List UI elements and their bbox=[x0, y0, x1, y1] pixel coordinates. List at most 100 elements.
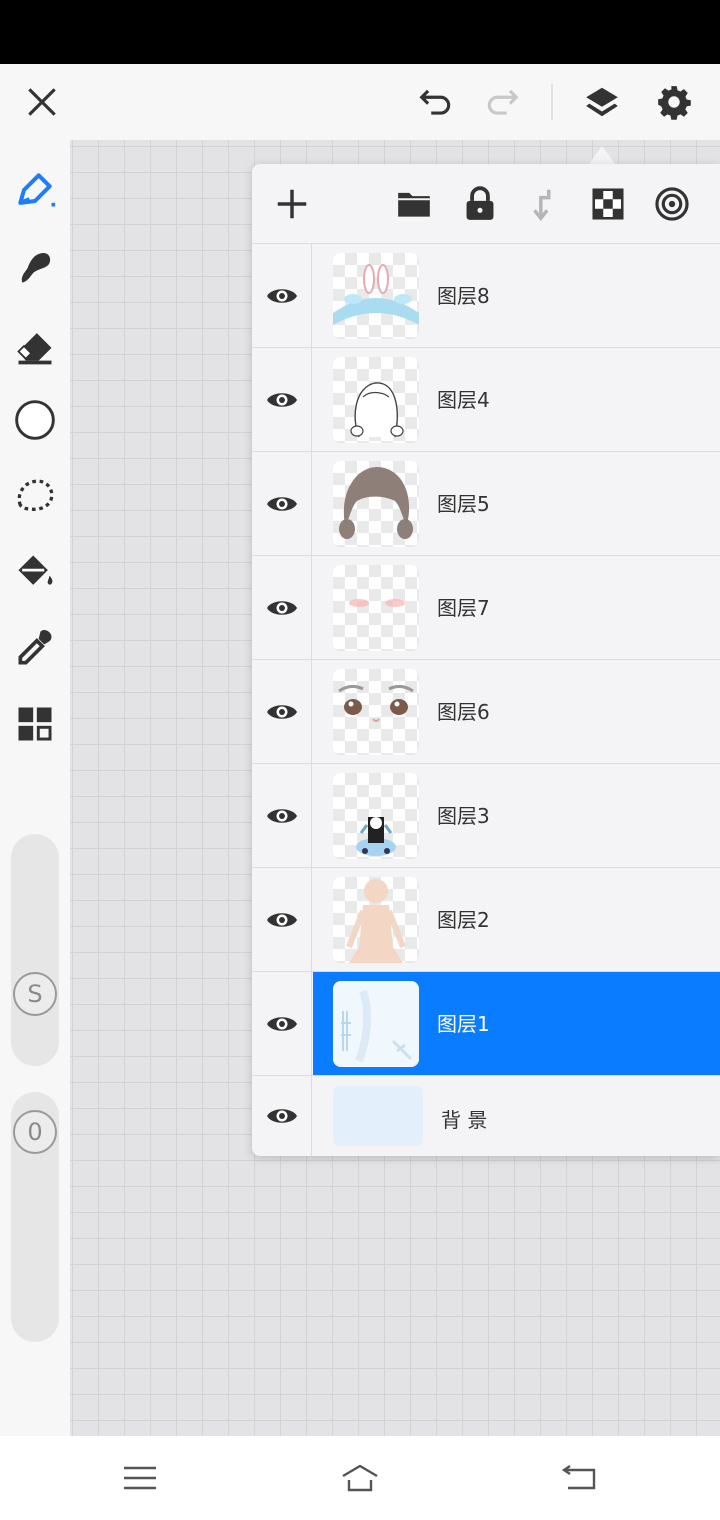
circle-brush-icon bbox=[15, 400, 55, 440]
blend-mode-button[interactable] bbox=[650, 182, 694, 226]
undo-button[interactable] bbox=[408, 74, 464, 130]
brush-size-knob[interactable]: S bbox=[13, 972, 57, 1016]
visibility-toggle[interactable] bbox=[252, 452, 312, 556]
layer-name: 图层5 bbox=[437, 492, 490, 516]
layer-thumbnail bbox=[333, 669, 419, 755]
merge-down-button[interactable] bbox=[522, 182, 566, 226]
close-button[interactable] bbox=[14, 74, 70, 130]
layer-item[interactable]: 图层6 bbox=[313, 660, 720, 763]
visibility-toggle[interactable] bbox=[252, 244, 312, 348]
layer-item[interactable]: 图层1 bbox=[313, 972, 720, 1075]
smudge-icon bbox=[21, 252, 51, 283]
eye-icon bbox=[266, 1017, 297, 1031]
menu-button[interactable] bbox=[112, 1454, 168, 1502]
redo-button[interactable] bbox=[474, 74, 530, 130]
merge-down-icon bbox=[533, 189, 551, 222]
transparency-lock-button[interactable] bbox=[586, 182, 630, 226]
layer-item[interactable]: 图层8 bbox=[313, 244, 720, 347]
brush-size-label: S bbox=[27, 980, 43, 1008]
lock-icon bbox=[466, 186, 494, 220]
layer-row[interactable]: 图层4 bbox=[252, 348, 720, 452]
layer-row[interactable]: 图层8 bbox=[252, 244, 720, 348]
layer-row-selected[interactable]: 图层1 bbox=[252, 972, 720, 1076]
home-button[interactable] bbox=[332, 1454, 388, 1502]
eye-icon bbox=[266, 601, 297, 615]
system-nav-bar bbox=[0, 1436, 720, 1520]
eye-icon bbox=[266, 289, 297, 303]
visibility-toggle[interactable] bbox=[252, 764, 312, 868]
panel-pointer bbox=[589, 146, 615, 164]
layer-item[interactable]: 图层2 bbox=[313, 868, 720, 971]
visibility-toggle[interactable] bbox=[252, 972, 312, 1076]
menu-icon bbox=[124, 1466, 156, 1490]
eraser-icon bbox=[17, 333, 52, 365]
layer-thumbnail bbox=[333, 357, 419, 443]
layer-name: 图层3 bbox=[437, 804, 490, 828]
layout-tool[interactable] bbox=[7, 696, 63, 752]
layer-name: 图层6 bbox=[437, 700, 490, 724]
blend-icon bbox=[655, 187, 689, 221]
home-icon bbox=[342, 1464, 378, 1492]
grid-icon bbox=[18, 707, 52, 741]
visibility-toggle[interactable] bbox=[252, 556, 312, 660]
add-icon bbox=[277, 189, 307, 219]
visibility-toggle[interactable] bbox=[252, 660, 312, 764]
opacity-label: 0 bbox=[27, 1118, 43, 1146]
lasso-icon bbox=[17, 479, 54, 511]
layer-row[interactable]: 图层3 bbox=[252, 764, 720, 868]
layer-thumbnail bbox=[333, 461, 419, 547]
brush-size-slider[interactable] bbox=[11, 834, 59, 1066]
top-bar bbox=[0, 64, 720, 140]
layer-name: 图层1 bbox=[437, 1012, 490, 1036]
eye-icon bbox=[266, 1109, 297, 1123]
layer-row[interactable]: 图层6 bbox=[252, 660, 720, 764]
back-button[interactable] bbox=[552, 1454, 608, 1502]
smudge-tool[interactable] bbox=[7, 240, 63, 296]
eye-icon bbox=[266, 393, 297, 407]
visibility-toggle[interactable] bbox=[252, 348, 312, 452]
eyedropper-tool[interactable] bbox=[7, 620, 63, 676]
status-bar bbox=[0, 0, 720, 64]
layer-item[interactable]: 图层3 bbox=[313, 764, 720, 867]
eye-icon bbox=[266, 809, 297, 823]
brush-tool[interactable] bbox=[7, 162, 63, 218]
layer-item[interactable]: 图层5 bbox=[313, 452, 720, 555]
layer-folder-button[interactable] bbox=[392, 182, 436, 226]
layers-toolbar bbox=[252, 164, 720, 244]
toolbar-divider bbox=[551, 84, 553, 120]
layer-item[interactable]: 图层7 bbox=[313, 556, 720, 659]
layer-thumbnail bbox=[333, 981, 419, 1067]
background-color-swatch bbox=[333, 1086, 423, 1146]
eye-icon bbox=[266, 705, 297, 719]
layer-item[interactable]: 图层4 bbox=[313, 348, 720, 451]
layer-name: 图层2 bbox=[437, 908, 490, 932]
layers-button[interactable] bbox=[574, 74, 630, 130]
gear-icon bbox=[658, 86, 691, 120]
fill-tool[interactable] bbox=[7, 544, 63, 600]
layer-item[interactable]: 背 景 bbox=[313, 1076, 720, 1156]
visibility-toggle[interactable] bbox=[252, 868, 312, 972]
layer-name: 图层8 bbox=[437, 284, 490, 308]
close-icon bbox=[28, 88, 56, 116]
eye-icon bbox=[266, 497, 297, 511]
lock-layer-button[interactable] bbox=[458, 182, 502, 226]
layers-panel: 图层8 图层4 图层5 图层7 图层6 图层3 图层2 图层1 背 景 bbox=[252, 164, 720, 1156]
add-layer-button[interactable] bbox=[270, 182, 314, 226]
eye-icon bbox=[266, 913, 297, 927]
layer-row[interactable]: 图层5 bbox=[252, 452, 720, 556]
eraser-tool[interactable] bbox=[7, 318, 63, 374]
visibility-toggle[interactable] bbox=[252, 1076, 312, 1156]
layer-row[interactable]: 图层2 bbox=[252, 868, 720, 972]
settings-button[interactable] bbox=[646, 74, 702, 130]
undo-icon bbox=[419, 89, 451, 115]
opacity-knob[interactable]: 0 bbox=[13, 1110, 57, 1154]
layer-thumbnail bbox=[333, 773, 419, 859]
lasso-tool[interactable] bbox=[7, 468, 63, 524]
shape-tool[interactable] bbox=[7, 392, 63, 448]
layer-thumbnail bbox=[333, 253, 419, 339]
back-icon bbox=[561, 1465, 596, 1490]
layer-row[interactable]: 图层7 bbox=[252, 556, 720, 660]
checker-icon bbox=[592, 188, 624, 220]
left-toolbar: S 0 bbox=[0, 140, 70, 1436]
layer-row-background[interactable]: 背 景 bbox=[252, 1076, 720, 1156]
